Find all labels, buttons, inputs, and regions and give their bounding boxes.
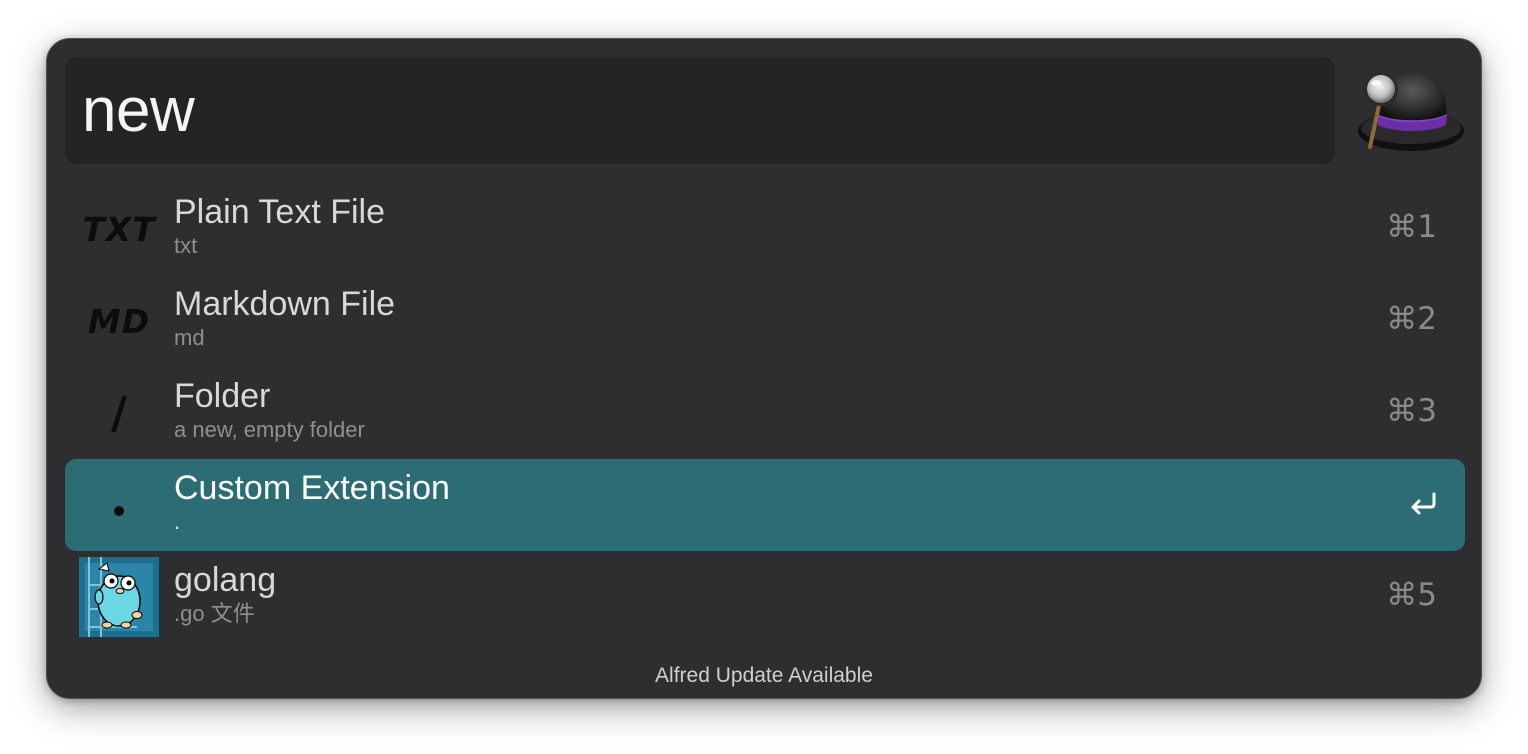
- update-available-notice[interactable]: Alfred Update Available: [47, 664, 1481, 688]
- results-list: TXT Plain Text File txt ⌘1 MD Markdown F…: [65, 183, 1465, 643]
- folder-slash-icon: /: [110, 387, 128, 439]
- result-row-custom-extension[interactable]: Custom Extension .: [65, 459, 1465, 551]
- result-subtitle: txt: [174, 233, 198, 258]
- alfred-hat-logo-icon: [1358, 72, 1464, 151]
- result-subtitle: a new, empty folder: [174, 417, 365, 442]
- golang-gopher-icon: [79, 557, 159, 637]
- result-subtitle: .: [174, 509, 181, 534]
- alfred-window: new TXT Plain Text File txt ⌘1 MD Markdo…: [46, 38, 1482, 699]
- result-row-folder[interactable]: / Folder a new, empty folder ⌘3: [65, 367, 1465, 459]
- result-title: golang: [174, 561, 277, 599]
- result-shortcut: ⌘1: [1386, 209, 1437, 245]
- enter-icon: [1411, 492, 1436, 515]
- search-query[interactable]: new: [82, 73, 195, 149]
- search-field[interactable]: new: [65, 57, 1335, 164]
- result-shortcut: ⌘2: [1386, 301, 1437, 337]
- txt-icon: TXT: [82, 209, 156, 249]
- dot-icon: [79, 465, 159, 545]
- result-title: Markdown File: [174, 285, 396, 323]
- result-row-golang[interactable]: golang .go 文件 ⌘5: [65, 551, 1465, 643]
- result-row-plain-text-file[interactable]: TXT Plain Text File txt ⌘1: [65, 183, 1465, 275]
- result-subtitle: .go 文件: [174, 601, 255, 626]
- result-subtitle: md: [174, 325, 205, 350]
- result-title: Custom Extension: [174, 469, 450, 507]
- result-title: Folder: [174, 377, 271, 415]
- result-title: Plain Text File: [174, 193, 386, 231]
- result-row-markdown-file[interactable]: MD Markdown File md ⌘2: [65, 275, 1465, 367]
- md-icon: MD: [87, 301, 151, 341]
- result-shortcut: ⌘5: [1386, 577, 1437, 613]
- result-shortcut: ⌘3: [1386, 393, 1437, 429]
